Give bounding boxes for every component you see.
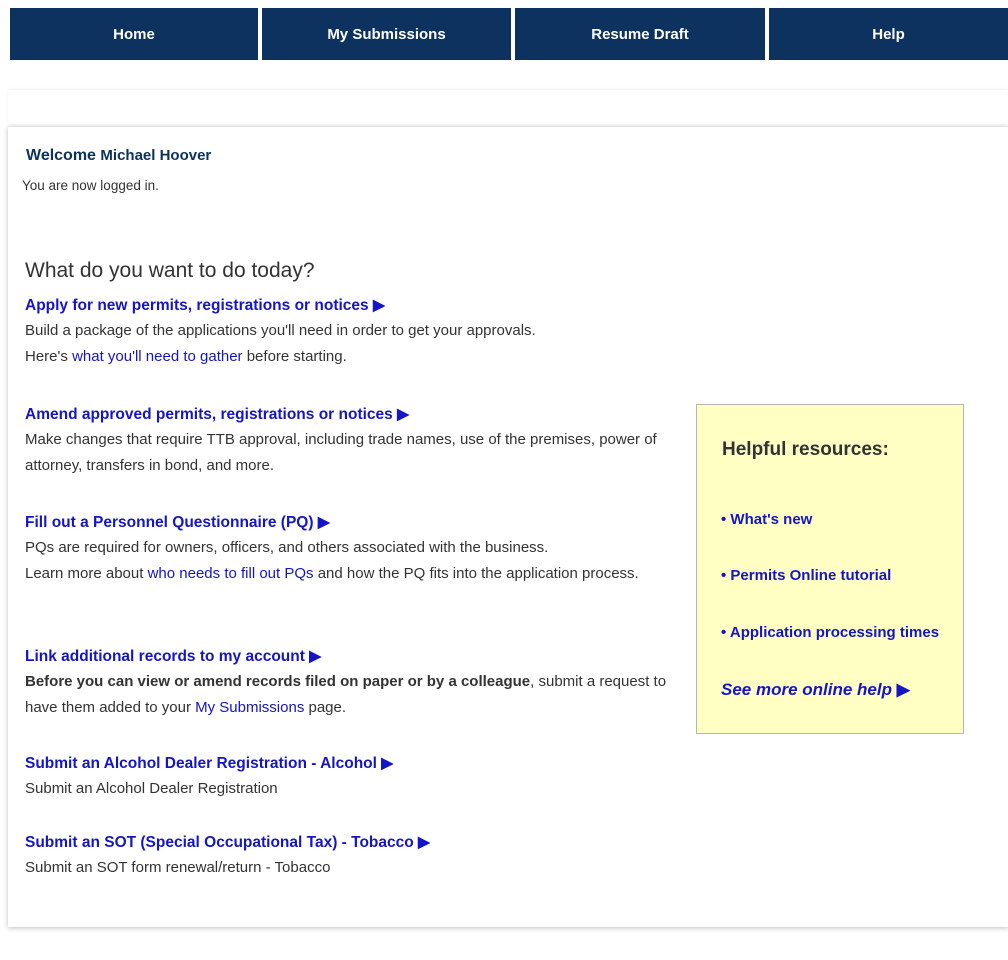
pq-link-label: Fill out a Personnel Questionnaire (PQ) bbox=[25, 514, 314, 531]
triangle-right-icon: ▶ bbox=[317, 514, 330, 531]
apply-description: Build a package of the applications you'… bbox=[25, 318, 685, 370]
task-dealer: Submit an Alcohol Dealer Registration - … bbox=[25, 754, 685, 802]
amend-link[interactable]: Amend approved permits, registrations or… bbox=[25, 405, 685, 424]
resources-title: Helpful resources: bbox=[722, 439, 889, 460]
task-apply: Apply for new permits, registrations or … bbox=[25, 296, 685, 370]
triangle-right-icon: ▶ bbox=[381, 755, 394, 772]
more-help-label: See more online help bbox=[721, 680, 892, 699]
dealer-link[interactable]: Submit an Alcohol Dealer Registration - … bbox=[25, 754, 685, 773]
apply-desc-prefix: Here's bbox=[25, 348, 68, 365]
pq-desc-prefix: Learn more about bbox=[25, 565, 144, 582]
whats-new-link[interactable]: • What's new bbox=[721, 511, 812, 528]
link-records-desc-end: page. bbox=[308, 699, 347, 716]
link-records-link[interactable]: Link additional records to my account ▶ bbox=[25, 647, 685, 666]
pq-desc-suffix: and how the PQ fits into the application… bbox=[317, 565, 639, 582]
triangle-right-icon: ▶ bbox=[309, 648, 322, 665]
apply-desc-line1: Build a package of the applications you'… bbox=[25, 322, 536, 339]
amend-description: Make changes that require TTB approval, … bbox=[25, 431, 657, 474]
task-link-records: Link additional records to my account ▶ … bbox=[25, 647, 685, 721]
sot-description: Submit an SOT form renewal/return - Toba… bbox=[25, 859, 331, 876]
login-status: You are now logged in. bbox=[22, 178, 159, 193]
link-records-description: Before you can view or amend records fil… bbox=[25, 669, 685, 721]
link-records-bold: Before you can view or amend records fil… bbox=[25, 673, 531, 690]
triangle-right-icon: ▶ bbox=[372, 297, 385, 314]
apply-link-label: Apply for new permits, registrations or … bbox=[25, 297, 369, 314]
welcome-heading: Welcome Michael Hoover bbox=[26, 147, 211, 165]
nav-help[interactable]: Help bbox=[769, 8, 1008, 60]
nav-home[interactable]: Home bbox=[10, 8, 258, 60]
page-headline: What do you want to do today? bbox=[25, 259, 315, 282]
who-needs-pq-link[interactable]: who needs to fill out PQs bbox=[148, 565, 314, 582]
welcome-word: Welcome bbox=[26, 147, 96, 164]
triangle-right-icon: ▶ bbox=[418, 834, 430, 851]
sot-link[interactable]: Submit an SOT (Special Occupational Tax)… bbox=[25, 833, 685, 852]
triangle-right-icon: ▶ bbox=[397, 406, 410, 423]
helpful-resources-box: Helpful resources: • What's new • Permit… bbox=[696, 404, 964, 734]
processing-times-link[interactable]: • Application processing times bbox=[721, 624, 939, 641]
my-submissions-link[interactable]: My Submissions bbox=[195, 699, 304, 716]
apply-link[interactable]: Apply for new permits, registrations or … bbox=[25, 296, 685, 315]
sot-link-label: Submit an SOT (Special Occupational Tax)… bbox=[25, 834, 414, 851]
user-name: Michael Hoover bbox=[100, 147, 212, 164]
task-amend: Amend approved permits, registrations or… bbox=[25, 405, 685, 479]
main-navigation: Home My Submissions Resume Draft Help bbox=[10, 8, 1008, 60]
pq-desc-line1: PQs are required for owners, officers, a… bbox=[25, 539, 549, 556]
link-records-label: Link additional records to my account bbox=[25, 648, 305, 665]
task-sot: Submit an SOT (Special Occupational Tax)… bbox=[25, 833, 685, 881]
pq-description: PQs are required for owners, officers, a… bbox=[25, 535, 685, 587]
dealer-link-label: Submit an Alcohol Dealer Registration - … bbox=[25, 755, 377, 772]
tutorial-link[interactable]: • Permits Online tutorial bbox=[721, 567, 891, 584]
triangle-right-icon: ▶ bbox=[896, 680, 910, 699]
top-band bbox=[8, 90, 1008, 124]
more-help-link[interactable]: See more online help ▶ bbox=[721, 680, 910, 700]
amend-link-label: Amend approved permits, registrations or… bbox=[25, 406, 393, 423]
nav-my-submissions[interactable]: My Submissions bbox=[262, 8, 511, 60]
gather-info-link[interactable]: what you'll need to gather bbox=[72, 348, 242, 365]
dealer-description: Submit an Alcohol Dealer Registration bbox=[25, 780, 278, 797]
apply-desc-suffix: before starting. bbox=[246, 348, 347, 365]
main-card: Welcome Michael Hoover You are now logge… bbox=[8, 126, 1008, 927]
pq-link[interactable]: Fill out a Personnel Questionnaire (PQ) … bbox=[25, 513, 685, 532]
nav-resume-draft[interactable]: Resume Draft bbox=[515, 8, 765, 60]
task-pq: Fill out a Personnel Questionnaire (PQ) … bbox=[25, 513, 685, 587]
